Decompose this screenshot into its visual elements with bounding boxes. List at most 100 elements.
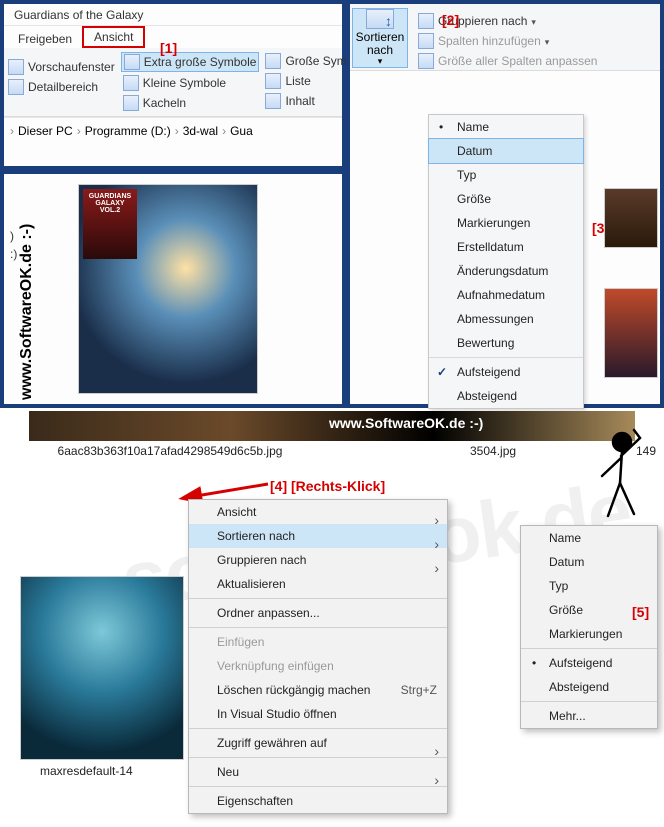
thumbnail-strip[interactable]: www.SoftwareOK.de :-) (29, 411, 635, 441)
ctx2-type[interactable]: Typ (521, 574, 657, 598)
details-icon (8, 79, 24, 95)
ctx-paste: Einfügen (189, 630, 447, 654)
sm-icon (123, 75, 139, 91)
view-small[interactable]: Kleine Symbole (121, 74, 260, 92)
file-caption-2: 3504.jpg (470, 444, 516, 458)
ctx2-ascending[interactable]: Aufsteigend (521, 651, 657, 675)
crumb-drive[interactable]: Programme (D:) (85, 124, 171, 138)
separator (189, 728, 447, 729)
group-icon (418, 13, 434, 29)
stick-figure-icon (590, 428, 650, 528)
watermark-strip: www.SoftwareOK.de :-) (329, 415, 483, 431)
separator (189, 786, 447, 787)
annotation-1: [1] (160, 40, 177, 56)
annotation-2: [2] (442, 12, 459, 28)
view-layout-group: Extra große Symbole Kleine Symbole Kache… (121, 52, 260, 112)
separator (189, 627, 447, 628)
addcol-icon (418, 33, 434, 49)
ctx2-name[interactable]: Name (521, 526, 657, 550)
sort-by-button[interactable]: Sortieren nach▾ (352, 8, 408, 68)
separator (189, 757, 447, 758)
ctx-view[interactable]: Ansicht (189, 500, 447, 524)
sort-descending[interactable]: Absteigend (429, 384, 583, 408)
lg-icon (265, 53, 281, 69)
ctx-new[interactable]: Neu (189, 760, 447, 784)
sort-icon (366, 9, 394, 29)
crumb-sub[interactable]: Gua (230, 124, 253, 138)
ctx-give-access[interactable]: Zugriff gewähren auf (189, 731, 447, 755)
ctx2-descending[interactable]: Absteigend (521, 675, 657, 699)
sort-taken[interactable]: Aufnahmedatum (429, 283, 583, 307)
ribbon-body: Vorschaufenster Detailbereich Extra groß… (4, 48, 342, 117)
details-pane-toggle[interactable]: Detailbereich (6, 78, 117, 96)
preview-pane-toggle[interactable]: Vorschaufenster (6, 58, 117, 76)
ctx2-date[interactable]: Datum (521, 550, 657, 574)
list-icon (265, 73, 281, 89)
sidebar-fragment: ) :) (10, 229, 17, 265)
breadcrumb[interactable]: › Dieser PC › Programme (D:) › 3d-wal › … (4, 117, 342, 143)
separator (429, 357, 583, 358)
tab-ansicht[interactable]: Ansicht (82, 26, 145, 48)
sort-type[interactable]: Typ (429, 163, 583, 187)
ctx-sort[interactable]: Sortieren nach (189, 524, 447, 548)
ribbon-sort-area: Sortieren nach▾ Gruppieren nach Spalten … (350, 4, 660, 71)
ctx-customize-folder[interactable]: Ordner anpassen... (189, 601, 447, 625)
xl-icon (124, 54, 140, 70)
view-tiles[interactable]: Kacheln (121, 94, 260, 112)
sort-rating[interactable]: Bewertung (429, 331, 583, 355)
panes-group: Vorschaufenster Detailbereich (6, 52, 117, 112)
separator (521, 648, 657, 649)
annotation-5: [5] (632, 604, 649, 620)
autosize-columns-button[interactable]: Größe aller Spalten anpassen (416, 52, 599, 70)
annotation-4: [4] [Rechts-Klick] (270, 478, 385, 494)
sort-dimensions[interactable]: Abmessungen (429, 307, 583, 331)
file-caption-1: 6aac83b363f10a17afad4298549d6c5b.jpg (40, 444, 300, 458)
context-submenu-sort: Name Datum Typ Größe Markierungen Aufste… (520, 525, 658, 729)
caret-down-icon (531, 14, 536, 28)
crumb-pc[interactable]: Dieser PC (18, 124, 73, 138)
ribbon-frame: Guardians of the Galaxy Freigeben Ansich… (0, 0, 346, 170)
ctx-open-vs[interactable]: In Visual Studio öffnen (189, 702, 447, 726)
ctx-refresh[interactable]: Aktualisieren (189, 572, 447, 596)
ctx-group[interactable]: Gruppieren nach (189, 548, 447, 572)
tile-icon (123, 95, 139, 111)
sort-modified[interactable]: Änderungsdatum (429, 259, 583, 283)
separator (521, 701, 657, 702)
chevron-right-icon: › (222, 124, 226, 138)
tab-freigeben[interactable]: Freigeben (8, 30, 82, 48)
window-title: Guardians of the Galaxy (14, 8, 143, 22)
sort-date[interactable]: Datum (429, 139, 583, 163)
add-columns-button[interactable]: Spalten hinzufügen (416, 32, 599, 50)
caret-down-icon (545, 34, 550, 48)
ctx-undo-delete[interactable]: Löschen rückgängig machenStrg+Z (189, 678, 447, 702)
ctx-properties[interactable]: Eigenschaften (189, 789, 447, 813)
thumbnail-side-1[interactable] (604, 188, 658, 248)
thumbnails-frame: ) :) GUARDIANS GALAXY VOL.2 (0, 170, 346, 408)
sort-tags[interactable]: Markierungen (429, 211, 583, 235)
separator (189, 598, 447, 599)
thumbnail-side-2[interactable] (604, 288, 658, 378)
sort-size[interactable]: Größe (429, 187, 583, 211)
ctx-paste-shortcut: Verknüpfung einfügen (189, 654, 447, 678)
sort-ascending[interactable]: Aufsteigend (429, 360, 583, 384)
watermark-side: www.SoftwareOK.de :-) (18, 224, 36, 400)
file-caption-4: maxresdefault-14 (40, 764, 133, 778)
ctx2-more[interactable]: Mehr... (521, 704, 657, 728)
thumbnail-groot[interactable]: GUARDIANS GALAXY VOL.2 (78, 184, 258, 394)
chevron-right-icon: › (10, 124, 14, 138)
sort-created[interactable]: Erstelldatum (429, 235, 583, 259)
chevron-right-icon: › (175, 124, 179, 138)
preview-icon (8, 59, 24, 75)
view-extra-large[interactable]: Extra große Symbole (121, 52, 260, 72)
thumbnail-groot-2[interactable] (20, 576, 184, 760)
ctx2-tags[interactable]: Markierungen (521, 622, 657, 646)
chevron-right-icon: › (77, 124, 81, 138)
poster-logo: GUARDIANS GALAXY VOL.2 (86, 193, 134, 214)
sort-dropdown: Name Datum Typ Größe Markierungen Erstel… (428, 114, 584, 409)
autosize-icon (418, 53, 434, 69)
context-menu: Ansicht Sortieren nach Gruppieren nach A… (188, 499, 448, 814)
content-icon (265, 93, 281, 109)
sort-name[interactable]: Name (429, 115, 583, 139)
crumb-folder[interactable]: 3d-wal (183, 124, 218, 138)
window-titlebar: Guardians of the Galaxy (4, 4, 342, 26)
